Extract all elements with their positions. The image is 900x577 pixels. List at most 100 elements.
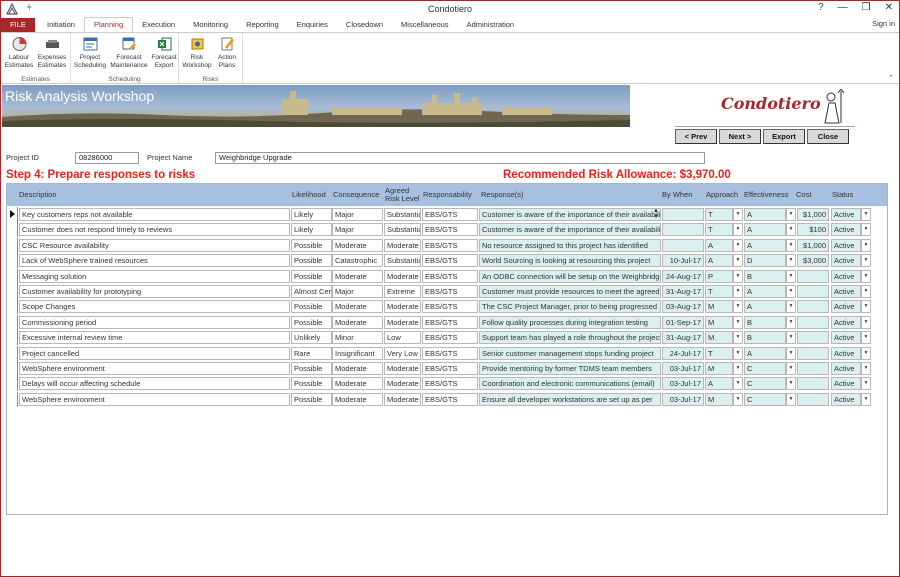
dropdown-arrow-icon[interactable]: ▼ (786, 285, 796, 298)
likelihood-cell[interactable]: Possible (291, 392, 332, 406)
tab-administration[interactable]: Administration (458, 18, 524, 32)
next-button[interactable]: Next > (719, 129, 761, 144)
dropdown-arrow-icon[interactable]: ▼ (861, 223, 871, 237)
project-scheduling-button[interactable]: Project Scheduling (73, 36, 107, 69)
row-selector[interactable] (7, 284, 18, 299)
approach-cell[interactable]: T (705, 208, 733, 221)
dropdown-arrow-icon[interactable]: ▼ (733, 285, 743, 298)
status-cell[interactable]: Active (831, 362, 861, 375)
effectiveness-cell[interactable]: A (744, 285, 786, 298)
risk-workshop-button[interactable]: Risk Workshop (181, 36, 213, 69)
by-when-cell[interactable]: 01-Sep-17 (662, 315, 704, 329)
response-cell[interactable]: Coordination and electronic communicatio… (479, 377, 661, 391)
cost-cell[interactable]: $1,000 (797, 208, 829, 221)
status-cell[interactable]: Active (831, 392, 861, 406)
by-when-cell[interactable] (662, 208, 704, 221)
status-cell[interactable]: Active (831, 300, 861, 314)
likelihood-cell[interactable]: Possible (291, 300, 332, 314)
status-cell[interactable]: Active (831, 254, 861, 268)
description-cell[interactable]: Messaging solution (19, 269, 290, 283)
dropdown-arrow-icon[interactable]: ▼ (733, 392, 743, 406)
agreed-risk-level-cell[interactable]: Moderate (384, 269, 421, 283)
row-selector[interactable] (7, 330, 18, 346)
response-cell[interactable]: Customer is aware of the importance of t… (479, 208, 661, 221)
tab-miscellaneous[interactable]: Miscellaneous (392, 18, 458, 32)
close-button[interactable]: Close (807, 129, 849, 144)
status-cell[interactable]: Active (831, 346, 861, 360)
approach-cell[interactable]: P (705, 269, 733, 283)
consequence-cell[interactable]: Moderate (332, 238, 383, 252)
response-cell[interactable]: Follow quality processes during integrat… (479, 315, 661, 329)
tab-execution[interactable]: Execution (133, 18, 184, 32)
dropdown-arrow-icon[interactable]: ▼ (861, 377, 871, 391)
cost-cell[interactable]: $100 (797, 223, 829, 237)
dropdown-arrow-icon[interactable]: ▼ (861, 331, 871, 345)
description-cell[interactable]: Project cancelled (19, 346, 290, 360)
dropdown-arrow-icon[interactable]: ▼ (733, 254, 743, 268)
dropdown-arrow-icon[interactable]: ▼ (786, 346, 796, 360)
tab-enquiries[interactable]: Enquiries (288, 18, 337, 32)
dropdown-arrow-icon[interactable]: ▼ (786, 331, 796, 345)
tab-initiation[interactable]: Initiation (38, 18, 84, 32)
by-when-cell[interactable] (662, 238, 704, 252)
agreed-risk-level-cell[interactable]: Moderate (384, 300, 421, 314)
dropdown-arrow-icon[interactable]: ▼ (786, 269, 796, 283)
row-selector[interactable] (7, 376, 18, 392)
responsibility-cell[interactable]: EBS/GTS (422, 269, 478, 283)
cost-cell[interactable] (797, 269, 829, 283)
responsibility-cell[interactable]: EBS/GTS (422, 238, 478, 252)
dropdown-arrow-icon[interactable]: ▼ (786, 238, 796, 252)
responsibility-cell[interactable]: EBS/GTS (422, 346, 478, 360)
responsibility-cell[interactable]: EBS/GTS (422, 331, 478, 345)
responsibility-cell[interactable]: EBS/GTS (422, 254, 478, 268)
consequence-cell[interactable]: Moderate (332, 377, 383, 391)
likelihood-cell[interactable]: Likely (291, 223, 332, 237)
cost-cell[interactable] (797, 346, 829, 360)
dropdown-arrow-icon[interactable]: ▼ (861, 392, 871, 406)
consequence-cell[interactable]: Moderate (332, 269, 383, 283)
effectiveness-cell[interactable]: A (744, 223, 786, 237)
description-cell[interactable]: WebSphere environment (19, 392, 290, 406)
response-cell[interactable]: Senior customer management stops funding… (479, 346, 661, 360)
help-button[interactable]: ? (818, 2, 824, 13)
table-row[interactable]: WebSphere environment Possible Moderate Mod… (7, 391, 887, 407)
agreed-risk-level-cell[interactable]: Substantial (384, 208, 421, 221)
status-cell[interactable]: Active (831, 223, 861, 237)
description-cell[interactable]: Lack of WebSphere trained resources (19, 254, 290, 268)
dropdown-arrow-icon[interactable]: ▼ (861, 208, 871, 221)
effectiveness-cell[interactable]: A (744, 208, 786, 221)
by-when-cell[interactable] (662, 223, 704, 237)
table-row[interactable]: Commissioning period Possible Moderate Mode… (7, 314, 887, 330)
consequence-cell[interactable]: Moderate (332, 315, 383, 329)
row-selector[interactable] (7, 237, 18, 253)
tab-monitoring[interactable]: Monitoring (184, 18, 237, 32)
status-cell[interactable]: Active (831, 285, 861, 298)
consequence-cell[interactable]: Moderate (332, 392, 383, 406)
sign-in-link[interactable]: Sign in (872, 19, 895, 28)
dropdown-arrow-icon[interactable]: ▼ (786, 362, 796, 375)
effectiveness-cell[interactable]: B (744, 315, 786, 329)
response-scroll-icon[interactable]: ▲ ▼ (653, 208, 659, 220)
response-cell[interactable]: Customer is aware of the importance of t… (479, 223, 661, 237)
responsibility-cell[interactable]: EBS/GTS (422, 223, 478, 237)
collapse-ribbon-icon[interactable]: ⌃ (888, 74, 894, 82)
approach-cell[interactable]: A (705, 254, 733, 268)
row-selector[interactable] (7, 207, 18, 222)
response-cell[interactable]: No resource assigned to this project has… (479, 238, 661, 252)
responsibility-cell[interactable]: EBS/GTS (422, 392, 478, 406)
dropdown-arrow-icon[interactable]: ▼ (733, 331, 743, 345)
consequence-cell[interactable]: Minor (332, 331, 383, 345)
agreed-risk-level-cell[interactable]: Low (384, 331, 421, 345)
dropdown-arrow-icon[interactable]: ▼ (733, 315, 743, 329)
responsibility-cell[interactable]: EBS/GTS (422, 377, 478, 391)
forecast-maintenance-button[interactable]: Forecast Maintenance (109, 36, 149, 69)
agreed-risk-level-cell[interactable]: Extreme (384, 285, 421, 298)
agreed-risk-level-cell[interactable]: Moderate (384, 377, 421, 391)
cost-cell[interactable] (797, 285, 829, 298)
likelihood-cell[interactable]: Possible (291, 315, 332, 329)
description-cell[interactable]: Commissioning period (19, 315, 290, 329)
table-row[interactable]: Scope Changes Possible Moderate Moderate EBS… (7, 299, 887, 315)
responsibility-cell[interactable]: EBS/GTS (422, 315, 478, 329)
cost-cell[interactable] (797, 331, 829, 345)
agreed-risk-level-cell[interactable]: Moderate (384, 362, 421, 375)
